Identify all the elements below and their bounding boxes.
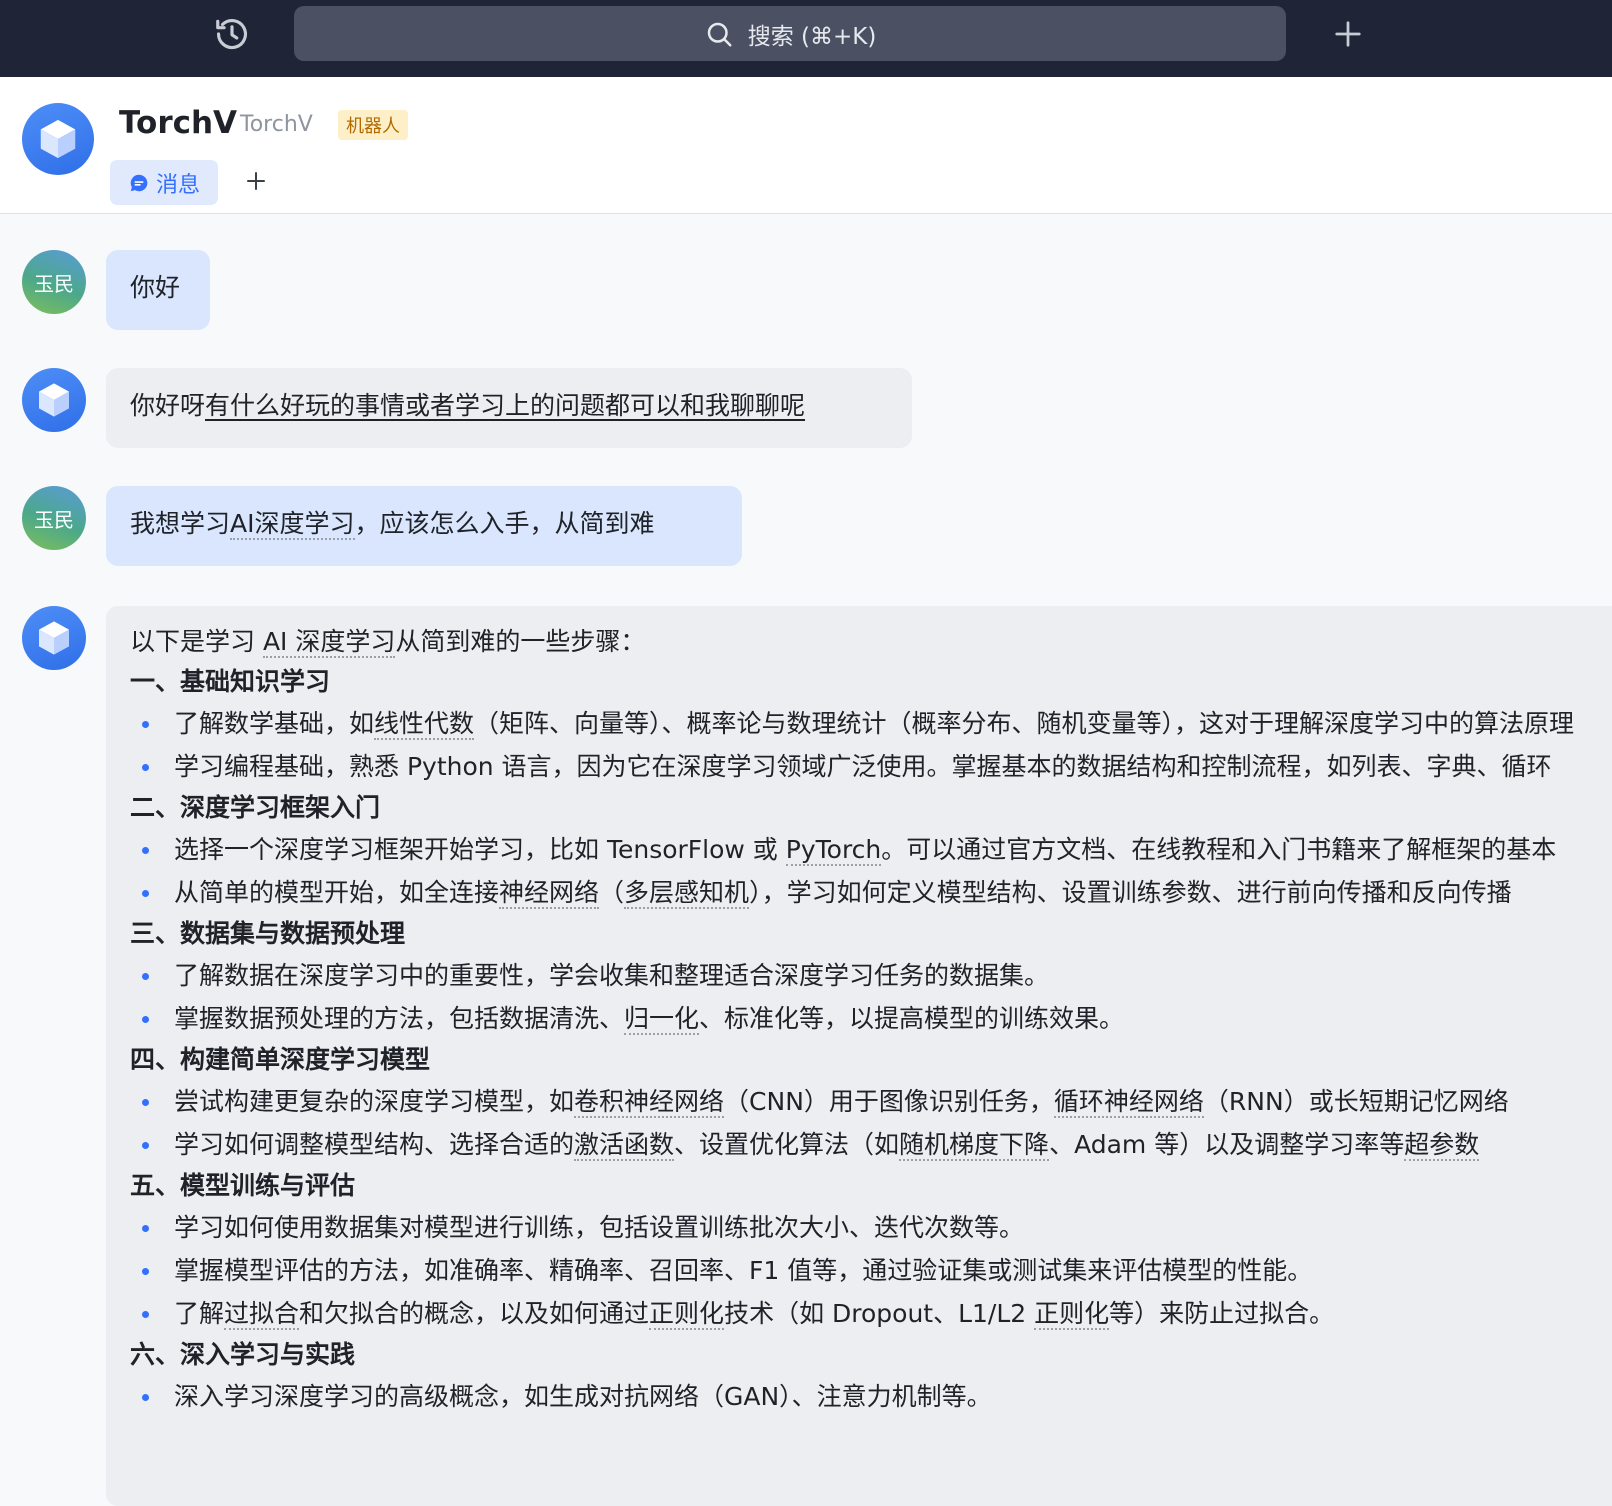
search-icon	[707, 22, 732, 46]
bot-avatar[interactable]	[22, 103, 94, 175]
message-link[interactable]: 有什么好玩的事情或者学习上的问题都可以和我聊聊呢	[205, 391, 805, 420]
section-heading: 一、基础知识学习	[130, 667, 331, 696]
message-text: 你好呀	[130, 391, 206, 420]
term-link[interactable]: 卷积神经网络	[574, 1087, 725, 1118]
message-text: 我想学习	[130, 509, 231, 538]
add-tab-button[interactable]	[238, 163, 274, 199]
text: 学习如何调整模型结构、选择合适的	[174, 1130, 575, 1159]
term-link[interactable]: 归一化	[624, 1004, 700, 1035]
list-item: 了解过拟合和欠拟合的概念，以及如何通过正则化技术（如 Dropout、L1/L2…	[130, 1292, 1610, 1335]
history-icon	[216, 19, 248, 50]
plus-icon	[1335, 21, 1361, 47]
top-bar: 搜索 (⌘+K)	[0, 0, 1612, 77]
chat-subtitle: TorchV	[240, 112, 313, 137]
text: 。可以通过官方文档、在线教程和入门书籍来了解框架的基本	[881, 835, 1557, 864]
text: 选择一个深度学习框架开始学习，比如 TensorFlow 或	[174, 835, 786, 864]
answer-intro: 以下是学习 AI 深度学习从简到难的一些步骤：	[130, 622, 1610, 662]
bot-avatar[interactable]	[22, 368, 86, 432]
section-heading: 二、深度学习框架入门	[130, 793, 381, 822]
list-item: 从简单的模型开始，如全连接神经网络（多层感知机），学习如何定义模型结构、设置训练…	[130, 871, 1610, 914]
list-item: 选择一个深度学习框架开始学习，比如 TensorFlow 或 PyTorch。可…	[130, 828, 1610, 871]
list-item: 深入学习深度学习的高级概念，如生成对抗网络（GAN）、注意力机制等。	[130, 1375, 1610, 1418]
bot-answer[interactable]: 以下是学习 AI 深度学习从简到难的一些步骤： 一、基础知识学习 了解数学基础，…	[106, 606, 1612, 1506]
term-link[interactable]: 正则化	[649, 1299, 725, 1330]
bot-avatar[interactable]	[22, 606, 86, 670]
chat-header: TorchV TorchV 机器人 消息	[0, 77, 1612, 214]
list-item: 了解数学基础，如线性代数（矩阵、向量等）、概率论与数理统计（概率分布、随机变量等…	[130, 702, 1610, 745]
text: 掌握数据预处理的方法，包括数据清洗、	[174, 1004, 625, 1033]
cube-icon	[40, 119, 76, 159]
text: 、设置优化算法（如	[674, 1130, 900, 1159]
answer-content: 以下是学习 AI 深度学习从简到难的一些步骤： 一、基础知识学习 了解数学基础，…	[130, 622, 1610, 1418]
text: 和欠拟合的概念，以及如何通过	[299, 1299, 650, 1328]
list-item: 掌握模型评估的方法，如准确率、精确率、召回率、F1 值等，通过验证集或测试集来评…	[130, 1249, 1610, 1292]
text: （矩阵、向量等）、概率论与数理统计（概率分布、随机变量等），这对于理解深度学习中…	[474, 709, 1575, 738]
text: 等）来防止过拟合。	[1109, 1299, 1335, 1328]
chat-title: TorchV	[119, 105, 238, 141]
text: ），学习如何定义模型结构、设置训练参数、进行前向传播和反向传播	[749, 878, 1512, 907]
cube-icon	[39, 621, 69, 655]
text: 从简到难的一些步骤：	[395, 627, 646, 656]
text: （RNN）或长短期记忆网络	[1203, 1087, 1509, 1116]
section-heading: 五、模型训练与评估	[130, 1171, 356, 1200]
term-link[interactable]: 超参数	[1404, 1130, 1480, 1161]
term-link[interactable]: 激活函数	[574, 1130, 675, 1161]
text: （CNN）用于图像识别任务，	[724, 1087, 1054, 1116]
text: 从简单的模型开始，如全连接	[174, 878, 500, 907]
list-item: 掌握数据预处理的方法，包括数据清洗、归一化、标准化等，以提高模型的训练效果。	[130, 997, 1610, 1040]
term-link[interactable]: AI 深度学习	[262, 627, 396, 658]
message-text: ，应该怎么入手，从简到难	[354, 509, 655, 538]
message-text: 你好	[130, 273, 181, 302]
list-item: 尝试构建更复杂的深度学习模型，如卷积神经网络（CNN）用于图像识别任务，循环神经…	[130, 1080, 1610, 1123]
term-link[interactable]: PyTorch	[785, 835, 882, 866]
tab-messages-label: 消息	[155, 172, 200, 198]
user-message[interactable]: 你好	[106, 250, 210, 330]
section-heading: 四、构建简单深度学习模型	[130, 1045, 431, 1074]
bot-badge: 机器人	[338, 110, 408, 140]
user-message[interactable]: 我想学习AI深度学习，应该怎么入手，从简到难	[106, 486, 742, 566]
bot-message[interactable]: 你好呀有什么好玩的事情或者学习上的问题都可以和我聊聊呢	[106, 368, 912, 448]
cube-icon	[39, 383, 69, 417]
term-link[interactable]: 随机梯度下降	[899, 1130, 1050, 1161]
user-avatar[interactable]: 玉民	[22, 250, 86, 314]
tab-messages[interactable]: 消息	[110, 160, 218, 205]
user-avatar-text: 玉民	[34, 271, 74, 296]
term-link[interactable]: 线性代数	[374, 709, 475, 740]
text: 、标准化等，以提高模型的训练效果。	[699, 1004, 1125, 1033]
section-heading: 三、数据集与数据预处理	[130, 919, 406, 948]
text: 了解	[174, 1299, 225, 1328]
list-item: 学习编程基础，熟悉 Python 语言，因为它在深度学习领域广泛使用。掌握基本的…	[130, 745, 1610, 788]
term-link[interactable]: 正则化	[1034, 1299, 1110, 1330]
text: 技术（如 Dropout、L1/L2	[724, 1299, 1035, 1328]
user-avatar[interactable]: 玉民	[22, 486, 86, 550]
term-link[interactable]: 过拟合	[224, 1299, 300, 1330]
text: （	[599, 878, 625, 907]
text: 以下是学习	[130, 627, 263, 656]
text: 了解数学基础，如	[174, 709, 375, 738]
search-placeholder: 搜索 (⌘+K)	[747, 23, 877, 50]
term-link[interactable]: 循环神经网络	[1053, 1087, 1204, 1118]
new-button[interactable]	[1328, 14, 1368, 54]
term-link[interactable]: 多层感知机	[624, 878, 750, 909]
term-link[interactable]: 神经网络	[499, 878, 600, 909]
user-avatar-text: 玉民	[34, 507, 74, 532]
text: 、Adam 等）以及调整学习率等	[1049, 1130, 1405, 1159]
section-heading: 六、深入学习与实践	[130, 1340, 356, 1369]
chat-bubble-icon	[130, 174, 148, 191]
history-button[interactable]	[212, 14, 252, 54]
text: 尝试构建更复杂的深度学习模型，如	[174, 1087, 575, 1116]
list-item: 了解数据在深度学习中的重要性，学会收集和整理适合深度学习任务的数据集。	[130, 954, 1610, 997]
term-link[interactable]: AI深度学习	[230, 509, 355, 540]
search-bar[interactable]: 搜索 (⌘+K)	[294, 6, 1286, 61]
list-item: 学习如何调整模型结构、选择合适的激活函数、设置优化算法（如随机梯度下降、Adam…	[130, 1123, 1610, 1166]
list-item: 学习如何使用数据集对模型进行训练，包括设置训练批次大小、迭代次数等。	[130, 1206, 1610, 1249]
plus-icon	[247, 172, 265, 190]
